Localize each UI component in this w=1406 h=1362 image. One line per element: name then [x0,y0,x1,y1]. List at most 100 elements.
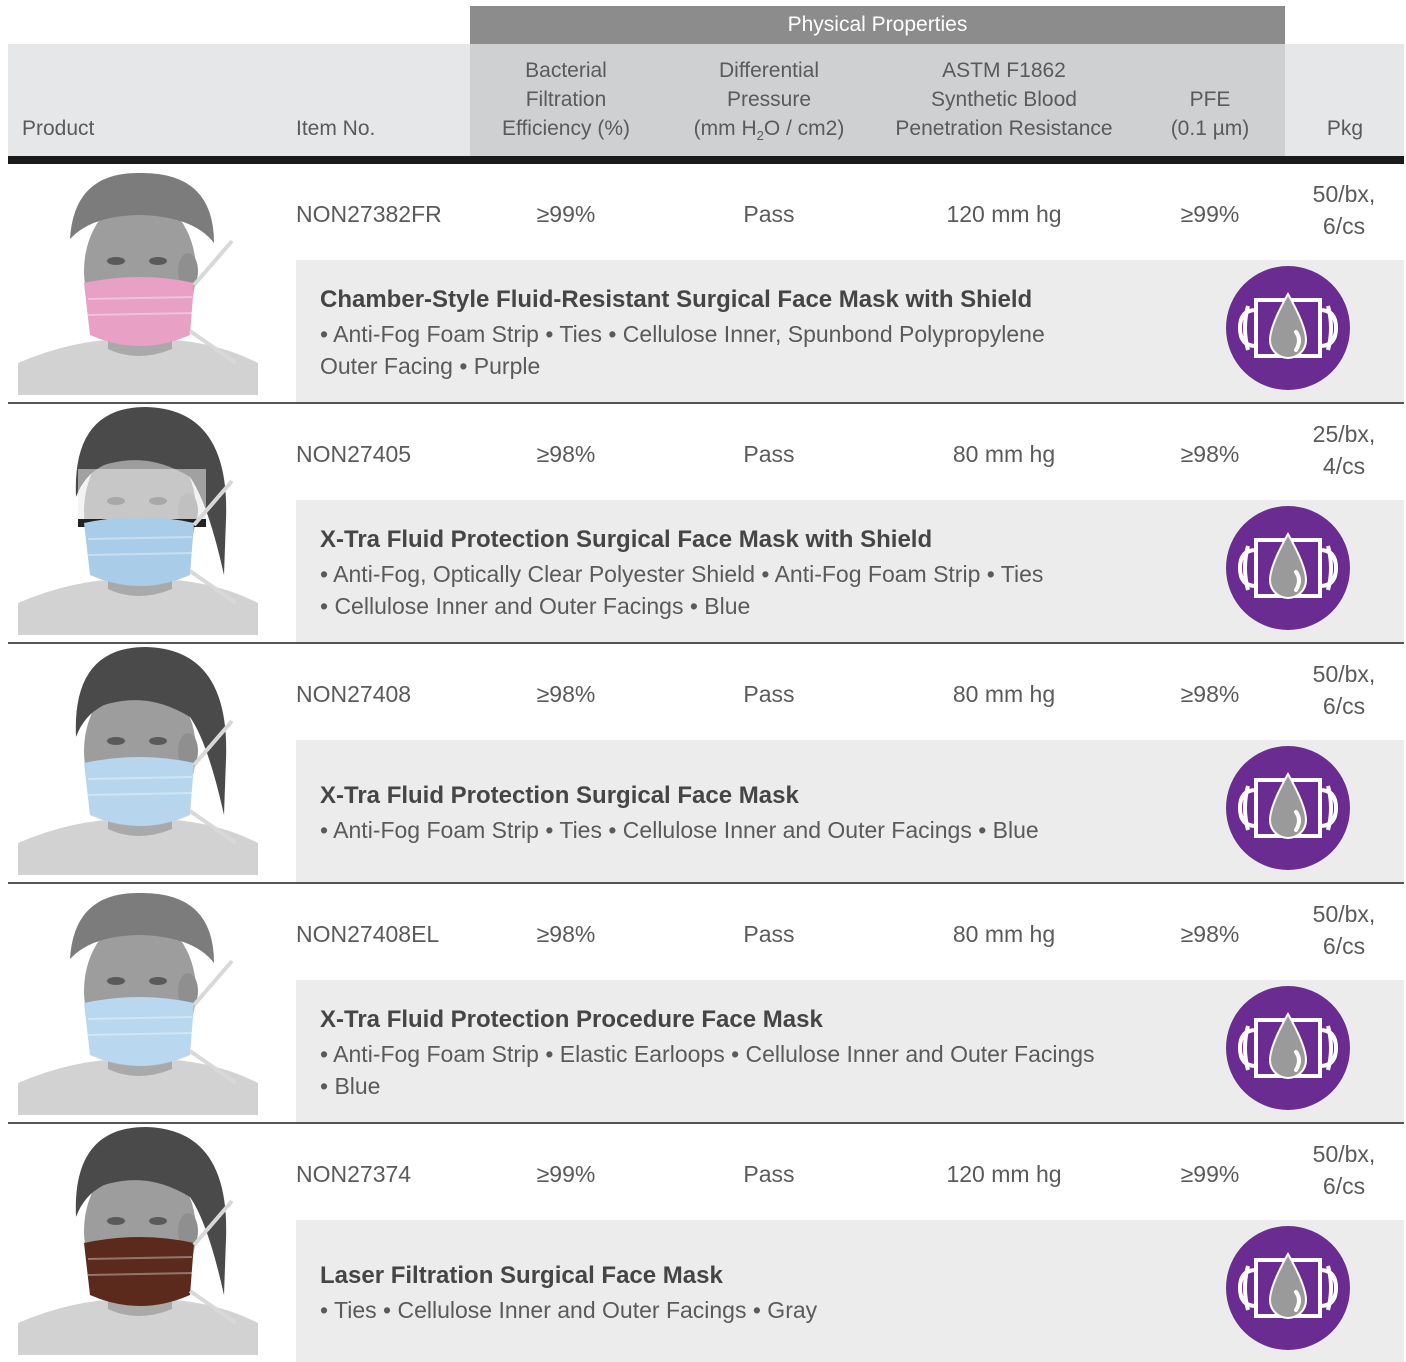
pfe-value: ≥99% [1150,184,1270,244]
item-number-text: NON27408EL [296,920,440,947]
feature-line: • Anti-Fog Foam Strip • Elastic Earloops… [320,1041,1095,1067]
bfe-value-text: ≥99% [536,1160,596,1187]
bfe-value: ≥98% [480,904,652,964]
product-features: • Anti-Fog, Optically Clear Polyester Sh… [320,558,1200,622]
pkg-value: 50/bx, 6/cs [1288,178,1400,242]
product-description: X-Tra Fluid Protection Surgical Face Mas… [296,500,1404,642]
bfe-value: ≥98% [480,424,652,484]
pfe-value: ≥98% [1150,664,1270,724]
header-dp-line: Pressure [726,88,812,111]
product-description: Laser Filtration Surgical Face Mask • Ti… [296,1220,1404,1362]
bfe-value-text: ≥98% [536,680,596,707]
header-item-no-label: Item No. [296,117,376,140]
pkg-value: 25/bx, 4/cs [1288,418,1400,482]
differential-pressure-value: Pass [672,664,866,724]
header-dp-unit-post: O / cm2) [763,117,845,140]
header-dp-unit-sub: 2 [756,128,764,144]
item-number: NON27374 [296,1144,476,1204]
astm-value-text: 80 mm hg [952,920,1056,947]
pkg-line: 6/cs [1322,693,1366,719]
fluid-resistant-mask-icon [1226,746,1350,870]
pkg-value: 50/bx, 6/cs [1288,658,1400,722]
header-dp-unit-pre: (mm H [693,117,757,140]
differential-pressure-text: Pass [743,200,795,227]
product-features: • Ties • Cellulose Inner and Outer Facin… [320,1294,1200,1326]
header-astm-line: ASTM F1862 [942,59,1066,82]
product-title: Chamber-Style Fluid-Resistant Surgical F… [320,286,1033,313]
astm-value-text: 80 mm hg [952,680,1056,707]
header-pfe-line: (0.1 µm) [1170,117,1250,140]
item-number: NON27405 [296,424,476,484]
product-row: NON27374 ≥99% Pass 120 mm hg ≥99% 50/bx,… [8,1124,1404,1362]
pkg-line: 50/bx, [1312,181,1376,207]
pfe-value: ≥98% [1150,904,1270,964]
header-item-no: Item No. [296,114,375,143]
header-product: Product [22,114,94,143]
fluid-resistant-mask-icon [1226,986,1350,1110]
feature-line: • Anti-Fog Foam Strip • Ties • Cellulose… [320,817,1039,843]
differential-pressure-value: Pass [672,424,866,484]
header-pfe-line: PFE [1189,88,1231,111]
pfe-value-text: ≥98% [1180,920,1240,947]
product-photo [18,647,258,875]
physical-properties-header: Physical Properties [470,6,1285,44]
header-bfe: Bacterial Filtration Efficiency (%) [480,56,652,143]
pkg-line: 6/cs [1322,933,1366,959]
item-number-text: NON27382FR [296,200,442,227]
differential-pressure-value: Pass [672,1144,866,1204]
pkg-value: 50/bx, 6/cs [1288,1138,1400,1202]
astm-value-text: 80 mm hg [952,440,1056,467]
differential-pressure-text: Pass [743,1160,795,1187]
bfe-value-text: ≥98% [536,920,596,947]
product-photo [18,407,258,635]
bfe-value: ≥99% [480,184,652,244]
feature-line: • Anti-Fog, Optically Clear Polyester Sh… [320,561,1044,587]
header-diff-pressure: Differential Pressure (mm H2O / cm2) [672,56,866,150]
feature-line: • Blue [320,1073,381,1099]
product-title: X-Tra Fluid Protection Surgical Face Mas… [320,526,933,553]
header-bfe-line: Filtration [525,88,607,111]
differential-pressure-text: Pass [743,920,795,947]
pfe-value-text: ≥98% [1180,440,1240,467]
bfe-value-text: ≥99% [536,200,596,227]
astm-value: 120 mm hg [878,184,1130,244]
bfe-value: ≥98% [480,664,652,724]
header-dp-line: Differential [719,59,819,82]
astm-value-text: 120 mm hg [946,1160,1062,1187]
header-pkg-label: Pkg [1326,117,1364,140]
item-number-text: NON27405 [296,440,412,467]
astm-value: 80 mm hg [878,664,1130,724]
product-features: • Anti-Fog Foam Strip • Ties • Cellulose… [320,814,1200,846]
product-features: • Anti-Fog Foam Strip • Elastic Earloops… [320,1038,1200,1102]
item-number-text: NON27374 [296,1160,412,1187]
bfe-value-text: ≥98% [536,440,596,467]
header-rule [8,156,1404,164]
feature-line: • Ties • Cellulose Inner and Outer Facin… [320,1297,818,1323]
astm-value-text: 120 mm hg [946,200,1062,227]
astm-value: 120 mm hg [878,1144,1130,1204]
product-row: NON27408EL ≥98% Pass 80 mm hg ≥98% 50/bx… [8,884,1404,1124]
product-description: X-Tra Fluid Protection Procedure Face Ma… [296,980,1404,1122]
pkg-line: 50/bx, [1312,1141,1376,1167]
header-dp-unit: (mm H2O / cm2) [672,114,866,150]
differential-pressure-value: Pass [672,904,866,964]
header-astm-line: Synthetic Blood [931,88,1077,111]
item-number: NON27408 [296,664,476,724]
pkg-value: 50/bx, 6/cs [1288,898,1400,962]
product-description: Chamber-Style Fluid-Resistant Surgical F… [296,260,1404,402]
feature-line: • Cellulose Inner and Outer Facings • Bl… [320,593,751,619]
product-photo [18,167,258,395]
pfe-value: ≥98% [1150,424,1270,484]
pkg-line: 6/cs [1322,1173,1366,1199]
astm-value: 80 mm hg [878,424,1130,484]
differential-pressure-text: Pass [743,680,795,707]
pkg-line: 6/cs [1322,213,1366,239]
product-features: • Anti-Fog Foam Strip • Ties • Cellulose… [320,318,1200,382]
pkg-line: 50/bx, [1312,661,1376,687]
physical-properties-label: Physical Properties [787,13,968,36]
product-row: NON27408 ≥98% Pass 80 mm hg ≥98% 50/bx, … [8,644,1404,884]
item-number-text: NON27408 [296,680,412,707]
product-photo [18,1127,258,1355]
header-product-label: Product [22,117,95,140]
item-number: NON27382FR [296,184,476,244]
